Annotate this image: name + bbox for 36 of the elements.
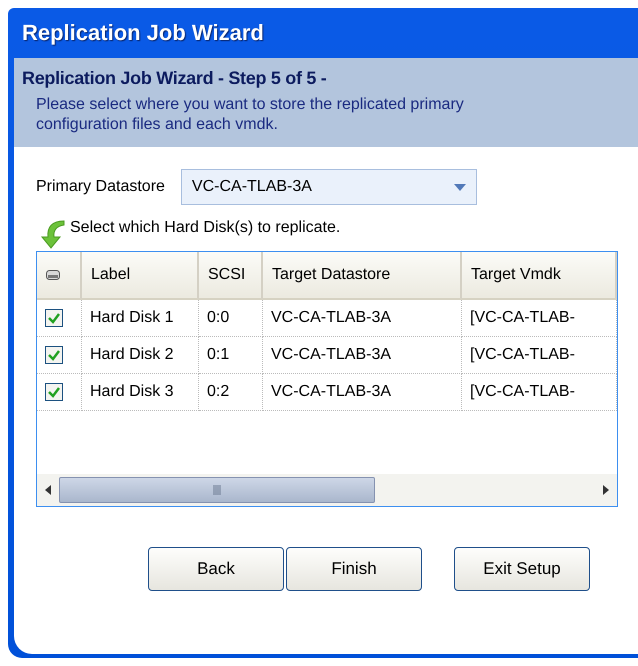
table-cell: VC-CA-TLAB-3A [263, 374, 462, 411]
column-header[interactable]: Target Vmdk [462, 252, 617, 300]
table-cell: Hard Disk 1 [82, 300, 199, 337]
grip-icon [212, 485, 222, 495]
primary-datastore-label: Primary Datastore [36, 178, 165, 196]
table-cell: [VC-CA-TLAB- [462, 374, 617, 411]
wizard-button[interactable]: Exit Setup [454, 547, 590, 591]
wizard-button[interactable]: Back [148, 547, 284, 591]
column-header[interactable]: Target Datastore [263, 252, 462, 300]
disk-selection-hint: Select which Hard Disk(s) to replicate. [70, 219, 340, 237]
wizard-button[interactable]: Finish [286, 547, 422, 591]
dropdown-arrow-icon [454, 184, 466, 190]
table-cell: 0:2 [199, 374, 263, 411]
scrollbar-thumb[interactable] [59, 477, 375, 503]
table-cell: VC-CA-TLAB-3A [263, 300, 462, 337]
primary-datastore-dropdown[interactable]: VC-CA-TLAB-3A [180, 169, 477, 205]
horizontal-scrollbar[interactable] [37, 474, 617, 506]
curved-arrow-icon [40, 219, 66, 249]
window-title: Replication Job Wizard [21, 19, 265, 47]
column-header[interactable]: Label [82, 252, 199, 300]
scroll-left-icon[interactable] [45, 485, 51, 495]
table-cell: Hard Disk 3 [82, 374, 199, 411]
row-checkbox[interactable] [45, 346, 63, 364]
table-cell: Hard Disk 2 [82, 337, 199, 374]
table-cell: [VC-CA-TLAB- [462, 300, 617, 337]
table-cell: 0:1 [199, 337, 263, 374]
column-header[interactable] [37, 252, 82, 300]
column-header[interactable]: SCSI [199, 252, 263, 300]
step-title: Replication Job Wizard - Step 5 of 5 - [22, 68, 328, 89]
table-cell: 0:0 [199, 300, 263, 337]
row-checkbox[interactable] [45, 383, 63, 401]
scroll-right-icon[interactable] [603, 485, 609, 495]
row-checkbox[interactable] [45, 309, 63, 327]
table-cell: VC-CA-TLAB-3A [263, 337, 462, 374]
step-description: Please select where you want to store the replicated primary configuration files and each vmdk. [35, 95, 465, 135]
table-cell: [VC-CA-TLAB- [462, 337, 617, 374]
